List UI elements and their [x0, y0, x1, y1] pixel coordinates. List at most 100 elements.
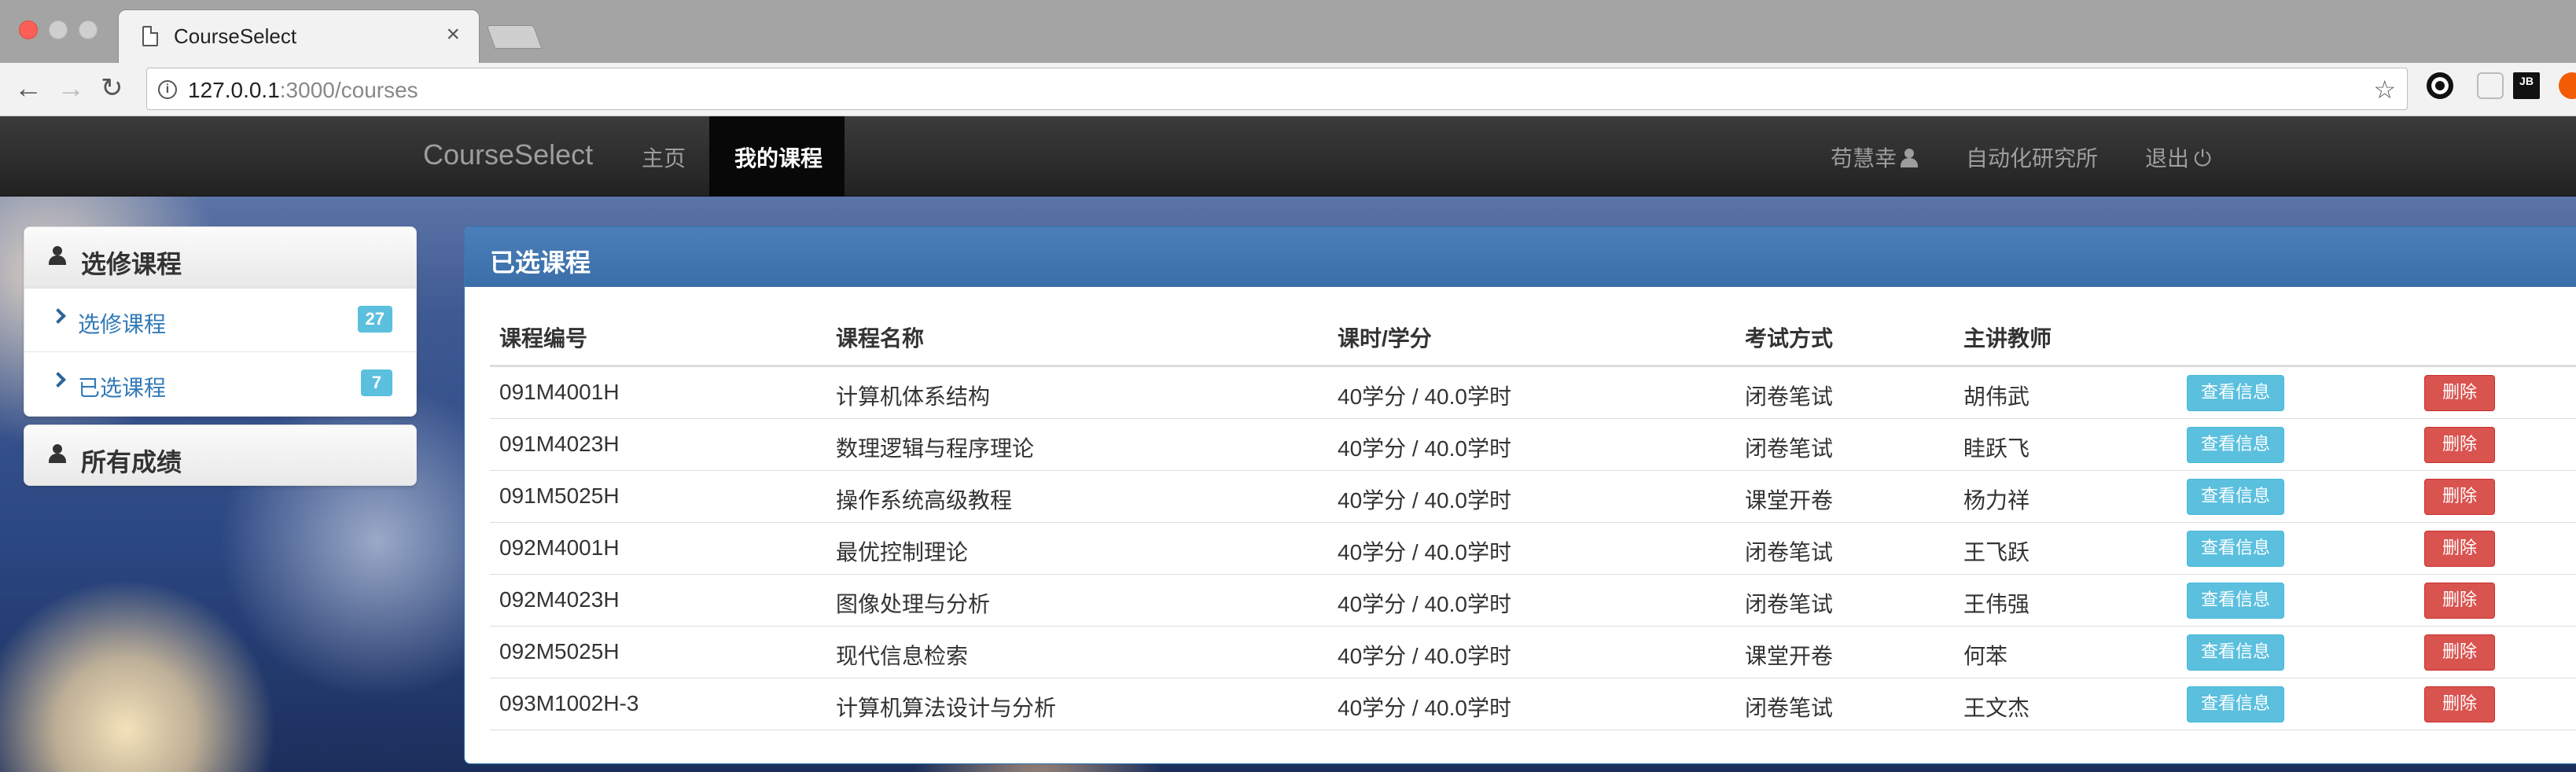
course-hours-cell: 40学分 / 40.0学时: [1338, 436, 1511, 461]
browser-tabstrip: CourseSelect ×: [0, 0, 2576, 63]
course-name-cell: 数理逻辑与程序理论: [836, 436, 1035, 461]
new-tab-button[interactable]: [486, 25, 543, 49]
user-icon: [48, 444, 67, 463]
panel-title: 已选课程: [490, 248, 591, 277]
nav-my-courses-link[interactable]: 我的课程: [709, 116, 845, 197]
url-text: 127.0.0.1:3000/courses: [188, 78, 418, 103]
course-code-cell: 092M5025H: [499, 639, 620, 664]
nav-logout-link[interactable]: 退出 ⏻: [2145, 142, 2211, 173]
forward-arrow-icon[interactable]: →: [57, 72, 85, 104]
course-code-cell: 092M4001H: [499, 535, 620, 560]
bookmark-star-icon[interactable]: ☆: [2373, 75, 2396, 105]
delete-button[interactable]: 删除: [2424, 375, 2495, 411]
sidebar-item-label: 选修课程: [78, 312, 167, 336]
view-info-button[interactable]: 查看信息: [2187, 427, 2284, 463]
course-code-cell: 091M5025H: [499, 483, 620, 508]
teacher-cell: 王文杰: [1963, 696, 2030, 720]
extension-shield-icon[interactable]: [2477, 72, 2504, 99]
course-name-cell: 操作系统高级教程: [836, 488, 1013, 513]
nav-user-name: 苟慧幸: [1831, 146, 1897, 171]
url-path: :3000/courses: [279, 78, 418, 102]
count-badge: 27: [357, 306, 392, 333]
window-close-button[interactable]: [19, 20, 38, 39]
delete-button[interactable]: 删除: [2424, 583, 2495, 619]
course-name-cell: 计算机算法设计与分析: [836, 696, 1057, 720]
chevron-right-icon: [50, 372, 66, 388]
sidebar-grades-title: 所有成绩: [81, 448, 182, 476]
table-row: 091M5025H 操作系统高级教程 40学分 / 40.0学时 课堂开卷 杨力…: [490, 471, 2576, 523]
course-hours-cell: 40学分 / 40.0学时: [1338, 592, 1511, 616]
panel-heading: 已选课程: [465, 227, 2576, 287]
window-maximize-button[interactable]: [79, 20, 98, 39]
app-navbar: CourseSelect 主页 我的课程 苟慧幸 自动化研究所 退出 ⏻: [0, 116, 2576, 197]
table-row: 091M4023H 数理逻辑与程序理论 40学分 / 40.0学时 闭卷笔试 眭…: [490, 419, 2576, 471]
column-header-exam: 考试方式: [1745, 326, 1834, 351]
course-name-cell: 图像处理与分析: [836, 592, 991, 616]
exam-type-cell: 闭卷笔试: [1745, 384, 1834, 409]
nav-institute-link[interactable]: 自动化研究所: [1966, 142, 2098, 173]
course-hours-cell: 40学分 / 40.0学时: [1338, 488, 1511, 513]
courses-table: 课程编号 课程名称 课时/学分 考试方式 主讲教师 091M4001H 计算机体…: [490, 306, 2576, 730]
extension-circle-icon[interactable]: [2427, 72, 2453, 99]
extension-jb-icon[interactable]: JB: [2513, 72, 2540, 99]
address-bar[interactable]: i 127.0.0.1:3000/courses ☆: [146, 68, 2408, 110]
count-badge: 7: [361, 369, 392, 396]
table-row: 092M4001H 最优控制理论 40学分 / 40.0学时 闭卷笔试 王飞跃 …: [490, 523, 2576, 575]
course-hours-cell: 40学分 / 40.0学时: [1338, 384, 1511, 409]
user-icon: [1900, 149, 1919, 167]
view-info-button[interactable]: 查看信息: [2187, 634, 2284, 671]
exam-type-cell: 闭卷笔试: [1745, 540, 1834, 564]
tab-close-icon[interactable]: ×: [446, 21, 460, 48]
table-row: 093M1002H-3 计算机算法设计与分析 40学分 / 40.0学时 闭卷笔…: [490, 678, 2576, 730]
delete-button[interactable]: 删除: [2424, 531, 2495, 567]
column-header-teacher: 主讲教师: [1963, 326, 2052, 351]
nav-logout-label: 退出: [2145, 146, 2190, 171]
exam-type-cell: 闭卷笔试: [1745, 592, 1834, 616]
sidebar-grades-panel[interactable]: 所有成绩: [24, 425, 417, 486]
nav-user-link[interactable]: 苟慧幸: [1831, 142, 1919, 173]
chevron-right-icon: [50, 308, 66, 324]
table-row: 092M4023H 图像处理与分析 40学分 / 40.0学时 闭卷笔试 王伟强…: [490, 575, 2576, 627]
back-arrow-icon[interactable]: ←: [14, 72, 42, 104]
column-header-hours: 课时/学分: [1338, 326, 1432, 351]
sidebar-grades-header[interactable]: 所有成绩: [24, 425, 416, 485]
navbar-brand[interactable]: CourseSelect: [423, 138, 593, 171]
teacher-cell: 王飞跃: [1963, 540, 2030, 564]
table-row: 092M5025H 现代信息检索 40学分 / 40.0学时 课堂开卷 何苯 查…: [490, 627, 2576, 678]
view-info-button[interactable]: 查看信息: [2187, 375, 2284, 411]
view-info-button[interactable]: 查看信息: [2187, 479, 2284, 515]
course-code-cell: 092M4023H: [499, 587, 620, 612]
delete-button[interactable]: 删除: [2424, 479, 2495, 515]
view-info-button[interactable]: 查看信息: [2187, 531, 2284, 567]
power-icon: ⏻: [2194, 146, 2212, 171]
course-hours-cell: 40学分 / 40.0学时: [1338, 696, 1511, 720]
column-header-name: 课程名称: [836, 326, 925, 351]
document-icon: [142, 26, 158, 46]
window-minimize-button[interactable]: [49, 20, 68, 39]
delete-button[interactable]: 删除: [2424, 686, 2495, 722]
view-info-button[interactable]: 查看信息: [2187, 583, 2284, 619]
delete-button[interactable]: 删除: [2424, 427, 2495, 463]
table-row: 091M4001H 计算机体系结构 40学分 / 40.0学时 闭卷笔试 胡伟武…: [490, 367, 2576, 419]
view-info-button[interactable]: 查看信息: [2187, 686, 2284, 722]
tab-title: CourseSelect: [174, 24, 297, 48]
sidebar-item-selected-courses[interactable]: 已选课程 7: [24, 352, 416, 416]
exam-type-cell: 闭卷笔试: [1745, 696, 1834, 720]
teacher-cell: 眭跃飞: [1963, 436, 2030, 461]
course-hours-cell: 40学分 / 40.0学时: [1338, 540, 1511, 564]
selected-courses-panel: 已选课程 课程编号 课程名称 课时/学分 考试方式 主讲教师 091M4001H…: [464, 226, 2576, 764]
table-body: 091M4001H 计算机体系结构 40学分 / 40.0学时 闭卷笔试 胡伟武…: [490, 367, 2576, 730]
delete-button[interactable]: 删除: [2424, 634, 2495, 671]
browser-tab-active[interactable]: CourseSelect ×: [118, 9, 480, 63]
info-icon[interactable]: i: [158, 80, 177, 99]
reload-icon[interactable]: ↻: [101, 72, 123, 104]
exam-type-cell: 闭卷笔试: [1745, 436, 1834, 461]
exam-type-cell: 课堂开卷: [1745, 644, 1834, 668]
teacher-cell: 胡伟武: [1963, 384, 2030, 409]
sidebar-elective-panel: 选修课程 选修课程 27 已选课程 7: [24, 226, 417, 417]
course-name-cell: 计算机体系结构: [836, 384, 991, 409]
teacher-cell: 何苯: [1963, 644, 2008, 668]
nav-home-link[interactable]: 主页: [642, 142, 686, 173]
user-icon: [48, 246, 67, 265]
sidebar-item-elective-courses[interactable]: 选修课程 27: [24, 289, 416, 352]
